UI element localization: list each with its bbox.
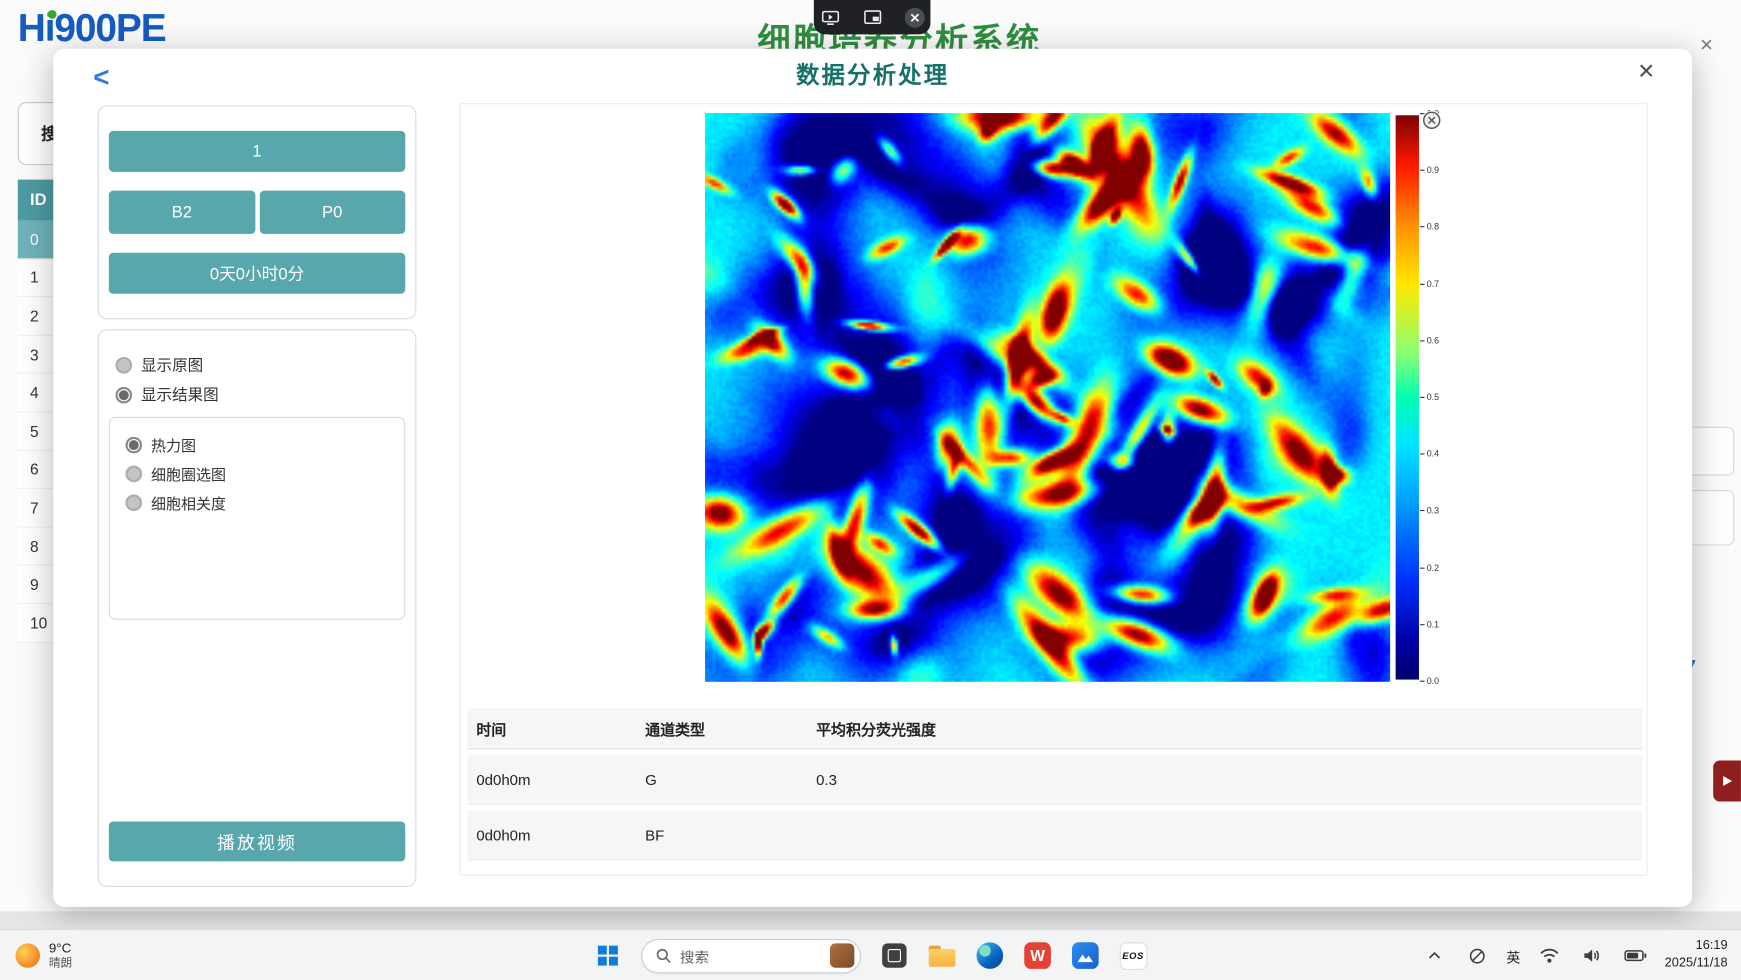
stop-close-icon[interactable] (900, 3, 929, 32)
wps-button[interactable]: W (1023, 941, 1052, 970)
search-label: 搜索 (680, 945, 709, 966)
colorbar (1396, 115, 1419, 679)
task-view-icon (882, 943, 906, 967)
screen-capture-toolbar (814, 0, 931, 34)
duration-button[interactable]: 0天0小时0分 (109, 253, 405, 294)
tray-date: 2025/11/18 (1665, 956, 1728, 973)
table-row: 0d0h0m G 0.3 (467, 755, 1642, 805)
file-explorer-button[interactable] (928, 941, 957, 970)
background-button-fragment[interactable] (1685, 427, 1734, 476)
sample-number-button[interactable]: 1 (109, 131, 405, 172)
position-button[interactable]: P0 (259, 191, 405, 234)
blocked-icon (1469, 947, 1486, 964)
volume-button[interactable] (1578, 941, 1607, 970)
heatmap-canvas (705, 113, 1390, 682)
tray-time: 16:19 (1696, 938, 1728, 955)
weather-widget[interactable]: 9°C 晴朗 (16, 930, 73, 980)
network-button[interactable] (1535, 941, 1564, 970)
image-app-icon (1072, 942, 1099, 969)
sample-info-panel: 1 B2 P0 0天0小时0分 (98, 105, 417, 319)
radio-icon (115, 356, 132, 373)
col-header-intensity: 平均积分荧光强度 (807, 717, 1642, 739)
dialog-title: 数据分析处理 (53, 58, 1692, 91)
battery-icon (1625, 949, 1647, 962)
eos-app-button[interactable]: EOS (1119, 941, 1148, 970)
weather-temp: 9°C (49, 941, 72, 956)
input-language-button[interactable]: 英 (1506, 945, 1520, 966)
background-button-fragment[interactable] (1685, 490, 1734, 545)
tray-chevron-button[interactable] (1420, 941, 1449, 970)
well-position-row: B2 P0 (109, 191, 405, 234)
radio-icon (125, 465, 142, 482)
system-tray: 英 16:19 2025/11/18 (1420, 930, 1728, 980)
radio-show-original[interactable]: 显示原图 (115, 354, 405, 376)
taskbar-search[interactable]: 搜索 (641, 938, 861, 972)
taskbar-center: 搜索 W EOS (593, 930, 1147, 980)
task-view-button[interactable] (880, 941, 909, 970)
start-button[interactable] (593, 941, 622, 970)
search-daily-icon (830, 943, 854, 967)
logo-accent-dot-icon (48, 10, 57, 19)
radio-icon (125, 494, 142, 511)
data-analysis-dialog: < 数据分析处理 × 1 B2 P0 0天0小时0分 显示原图 显示结果图 (53, 49, 1692, 907)
blocked-status-button[interactable] (1463, 941, 1492, 970)
col-header-time: 时间 (467, 717, 636, 739)
play-video-button[interactable]: 播放视频 (109, 821, 405, 861)
background-app-close-button[interactable]: × (1692, 33, 1721, 58)
battery-button[interactable] (1621, 941, 1650, 970)
wps-icon: W (1024, 942, 1051, 969)
folder-icon (929, 945, 956, 966)
dialog-close-button[interactable]: × (1629, 51, 1663, 92)
measurement-table: 时间 通道类型 平均积分荧光强度 0d0h0m G 0.3 0d0h0m BF (467, 708, 1642, 860)
colorbar-close-icon[interactable] (1422, 111, 1441, 130)
table-header-row: 时间 通道类型 平均积分荧光强度 (467, 708, 1642, 749)
wifi-icon (1540, 948, 1559, 964)
speaker-icon (1584, 948, 1602, 964)
radio-icon (115, 386, 132, 403)
app-logo: Hi900PE (18, 7, 166, 51)
weather-icon (16, 943, 40, 967)
taskbar: 9°C 晴朗 搜索 W EOS (0, 929, 1741, 980)
pip-window-icon[interactable] (858, 3, 887, 32)
radio-show-result[interactable]: 显示结果图 (115, 384, 405, 406)
chevron-up-icon (1428, 951, 1441, 960)
radio-cell-outline[interactable]: 细胞圈选图 (125, 462, 397, 484)
well-button[interactable]: B2 (109, 191, 255, 234)
media-app-button[interactable] (1071, 941, 1100, 970)
search-icon (656, 948, 672, 964)
present-screen-icon[interactable] (816, 3, 845, 32)
edge-icon (977, 942, 1004, 969)
weather-desc: 晴朗 (49, 957, 72, 970)
clock-widget[interactable]: 16:19 2025/11/18 (1665, 938, 1728, 972)
eos-icon: EOS (1119, 942, 1147, 970)
radio-heatmap[interactable]: 热力图 (125, 433, 397, 455)
display-options-panel: 显示原图 显示结果图 热力图 细胞圈选图 细胞相关度 (98, 329, 417, 887)
radio-icon (125, 436, 142, 453)
edge-pinned-widget[interactable] (1713, 760, 1741, 801)
result-type-box: 热力图 细胞圈选图 细胞相关度 (109, 417, 405, 620)
edge-browser-button[interactable] (975, 941, 1004, 970)
windows-logo-icon (598, 946, 617, 965)
table-row: 0d0h0m BF (467, 810, 1642, 860)
result-view-panel: 1.0 0.9 0.8 0.7 0.6 0.5 0.4 0.3 0.2 0.1 … (460, 103, 1648, 876)
col-header-channel: 通道类型 (636, 717, 807, 739)
desktop: Hi900PE 细胞培养分析系统 × 搜 ID 0 1 2 3 4 5 6 7 … (0, 0, 1741, 980)
colorbar-ticks: 1.0 0.9 0.8 0.7 0.6 0.5 0.4 0.3 0.2 0.1 … (1420, 109, 1439, 687)
radio-cell-correlation[interactable]: 细胞相关度 (125, 491, 397, 513)
